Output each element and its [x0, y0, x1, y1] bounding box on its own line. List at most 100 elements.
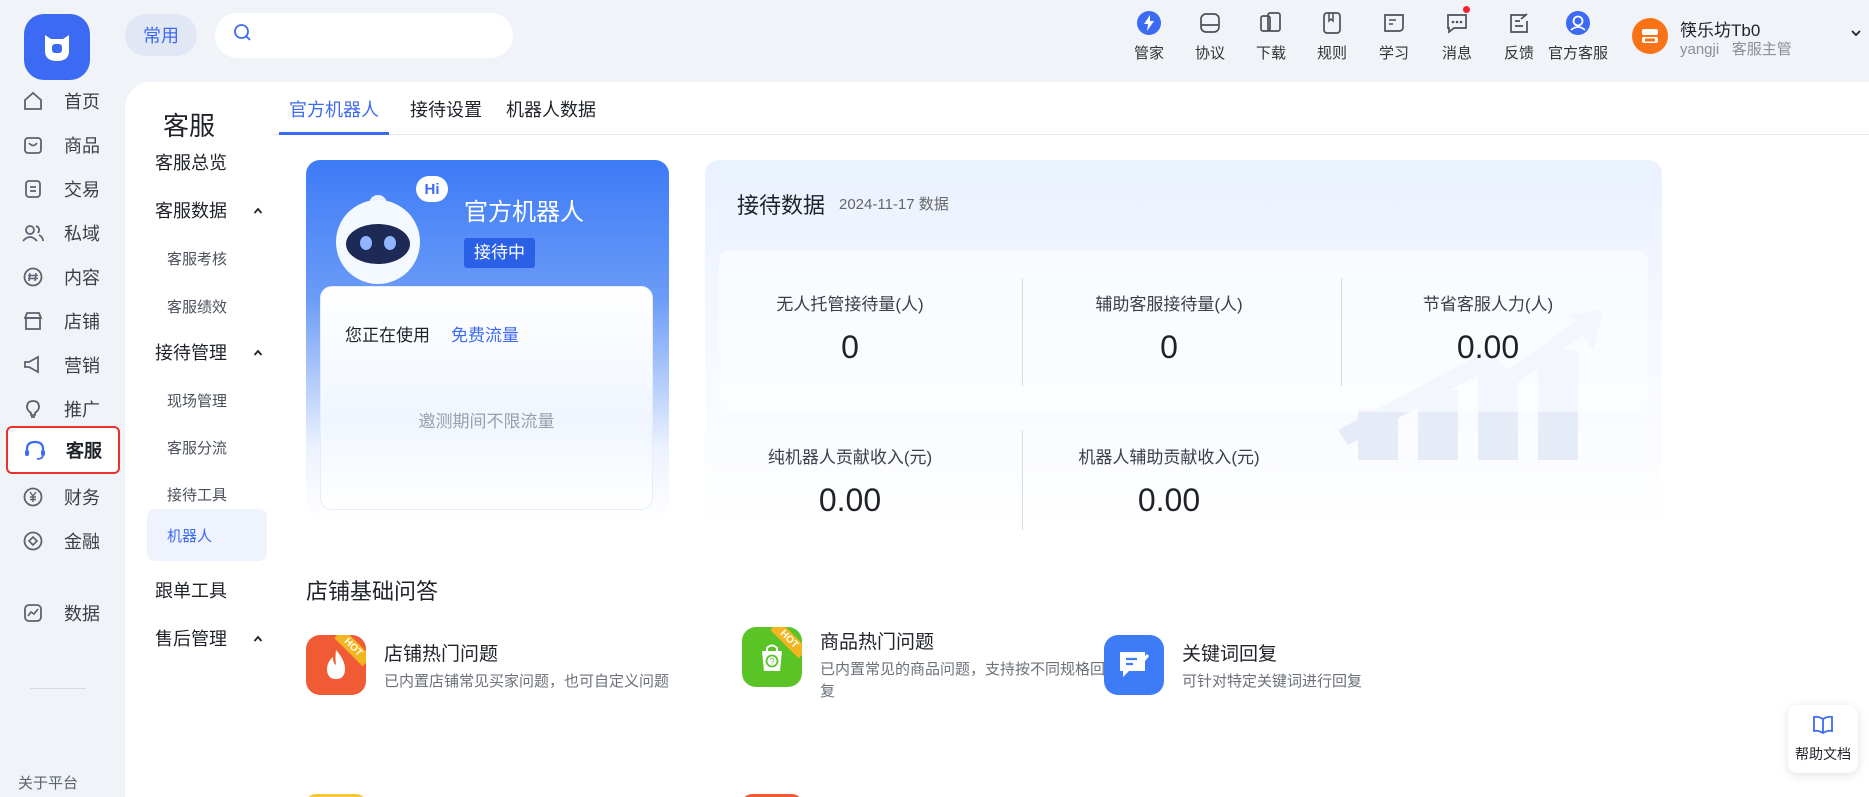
tool-label: 消息 [1441, 45, 1472, 62]
traffic-hint: 邀测期间不限流量 [418, 412, 555, 431]
tool-learn[interactable]: 学习 [1364, 8, 1424, 63]
learn-icon [1379, 8, 1409, 38]
faq-title: 关键词回复 [1182, 644, 1278, 665]
chevron-up-icon [253, 342, 263, 363]
subnav-group-reception[interactable]: 接待管理 [147, 332, 267, 372]
rail-item-finance[interactable]: 财务 [6, 472, 120, 522]
free-traffic-link[interactable]: 免费流量 [451, 321, 519, 346]
status-badge: 接待中 [464, 238, 535, 268]
about-platform-link[interactable]: 关于平台 [18, 772, 78, 793]
chevron-up-icon [253, 628, 263, 649]
section-title: 客服 [163, 111, 216, 141]
faq-card-goods-hot[interactable]: ? HOT 商品热门问题 已内置常见的商品问题，支持按不同规格回复 [742, 623, 1122, 703]
subnav-group-cs-data[interactable]: 客服数据 [147, 190, 267, 230]
faq-card-keyword-reply[interactable]: 关键词回复 可针对特定关键词进行回复 [1104, 635, 1484, 715]
hash-icon [20, 264, 46, 290]
chart-icon [20, 600, 46, 626]
faq-card-store-hot[interactable]: HOT 店铺热门问题 已内置店铺常见买家问题，也可自定义问题 [306, 635, 686, 715]
rail-item-data[interactable]: 数据 [6, 588, 120, 638]
tool-label: 官方客服 [1547, 45, 1608, 62]
stat-saved-manpower: 节省客服人力(人) 0.00 [1343, 290, 1633, 366]
subnav-label: 客服总览 [155, 153, 227, 173]
rail-item-content[interactable]: 内容 [6, 252, 120, 302]
help-docs-button[interactable]: 帮助文档 [1788, 705, 1858, 773]
finance-icon [20, 528, 46, 554]
stat-label: 节省客服人力(人) [1422, 295, 1554, 314]
tool-messages[interactable]: 消息 [1427, 6, 1487, 63]
lightning-icon [1134, 8, 1164, 38]
subnav-item-assessment[interactable]: 客服考核 [147, 240, 267, 276]
subnav-label: 售后管理 [155, 629, 227, 649]
tab-robot-data[interactable]: 机器人数据 [506, 82, 596, 135]
reception-title: 接待数据 [737, 193, 826, 218]
shopping-bag-question-icon: ? HOT [742, 627, 802, 687]
tab-bar: 官方机器人 接待设置 机器人数据 [275, 82, 1869, 135]
rail-item-label: 商品 [64, 136, 100, 156]
stat-value: 0.00 [1137, 482, 1201, 518]
stat-divider [1022, 430, 1023, 530]
rail-item-private[interactable]: 私域 [6, 208, 120, 258]
flame-icon: HOT [306, 635, 366, 695]
rail-item-trade[interactable]: 交易 [6, 164, 120, 214]
search-input[interactable] [263, 26, 493, 45]
tool-official-service[interactable]: 官方客服 [1538, 8, 1618, 63]
rail-item-label: 数据 [64, 604, 100, 624]
stat-value: 0 [1160, 329, 1178, 365]
official-robot-card: Hi 官方机器人 接待中 您正在使用 免费流量 邀测期间不限流量 [306, 160, 669, 520]
subnav-label: 接待管理 [155, 343, 227, 363]
subnav-group-aftersales[interactable]: 售后管理 [147, 618, 267, 658]
bulb-icon [20, 396, 46, 422]
stat-label: 机器人辅助贡献收入(元) [1078, 448, 1260, 467]
account-id: yangji [1680, 41, 1720, 58]
agreement-icon [1195, 8, 1225, 38]
subnav-item-tools[interactable]: 接待工具 [147, 476, 267, 512]
rail-item-label: 金融 [64, 532, 100, 552]
user-menu[interactable]: 筷乐坊Tb0 yangji 客服主管 [1632, 16, 1862, 66]
faq-title: 商品热门问题 [820, 632, 935, 653]
rail-item-home[interactable]: 首页 [6, 76, 120, 126]
subnav-item-overview[interactable]: 客服总览 [147, 142, 267, 182]
stat-label: 纯机器人贡献收入(元) [767, 448, 933, 467]
faq-desc: 可针对特定关键词进行回复 [1182, 673, 1363, 690]
tool-rules[interactable]: 规则 [1302, 8, 1362, 63]
faq-desc: 已内置常见的商品问题，支持按不同规格回复 [820, 661, 1106, 700]
stat-label: 辅助客服接待量(人) [1095, 295, 1243, 314]
search-icon [233, 23, 253, 48]
subnav-label: 客服数据 [155, 201, 227, 221]
stat-value: 0.00 [818, 482, 882, 518]
rail-item-customer-service[interactable]: 客服 [6, 426, 120, 474]
subnav-item-performance[interactable]: 客服绩效 [147, 288, 267, 324]
stat-assisted: 辅助客服接待量(人) 0 [1024, 290, 1314, 366]
rail-item-goods[interactable]: 商品 [6, 120, 120, 170]
subnav-item-robot[interactable]: 机器人 [147, 509, 267, 561]
tool-butler[interactable]: 管家 [1119, 8, 1179, 63]
home-icon [20, 88, 46, 114]
subnav-item-followup[interactable]: 跟单工具 [147, 570, 267, 610]
rail-item-label: 交易 [64, 180, 100, 200]
rail-item-store[interactable]: 店铺 [6, 296, 120, 346]
global-search[interactable] [215, 13, 513, 58]
rail-divider [30, 688, 86, 689]
rail-item-banking[interactable]: 金融 [6, 516, 120, 566]
rail-item-label: 私域 [64, 224, 100, 244]
unread-dot [1463, 6, 1470, 13]
reception-data-card: 接待数据 2024-11-17 数据 无人托管接待量(人) 0 辅助客服接待量(… [705, 160, 1662, 530]
stat-divider [1022, 278, 1023, 386]
users-icon [20, 220, 46, 246]
subnav-item-onsite[interactable]: 现场管理 [147, 382, 267, 418]
rail-item-label: 财务 [64, 488, 100, 508]
tool-agreement[interactable]: 协议 [1180, 8, 1240, 63]
chevron-down-icon[interactable] [1850, 26, 1862, 44]
app-logo[interactable] [24, 14, 90, 80]
common-shortcut-chip[interactable]: 常用 [125, 14, 197, 56]
subnav-item-routing[interactable]: 客服分流 [147, 429, 267, 465]
tab-official-robot[interactable]: 官方机器人 [279, 82, 389, 135]
reception-date: 2024-11-17 数据 [839, 196, 949, 213]
rail-item-marketing[interactable]: 营销 [6, 340, 120, 390]
bag-icon [20, 132, 46, 158]
tool-download[interactable]: 下载 [1241, 8, 1301, 63]
tool-label: 反馈 [1503, 45, 1534, 62]
subnav-label: 客服绩效 [167, 298, 228, 316]
tab-reception-settings[interactable]: 接待设置 [410, 82, 482, 135]
user-role: 客服主管 [1731, 41, 1792, 58]
